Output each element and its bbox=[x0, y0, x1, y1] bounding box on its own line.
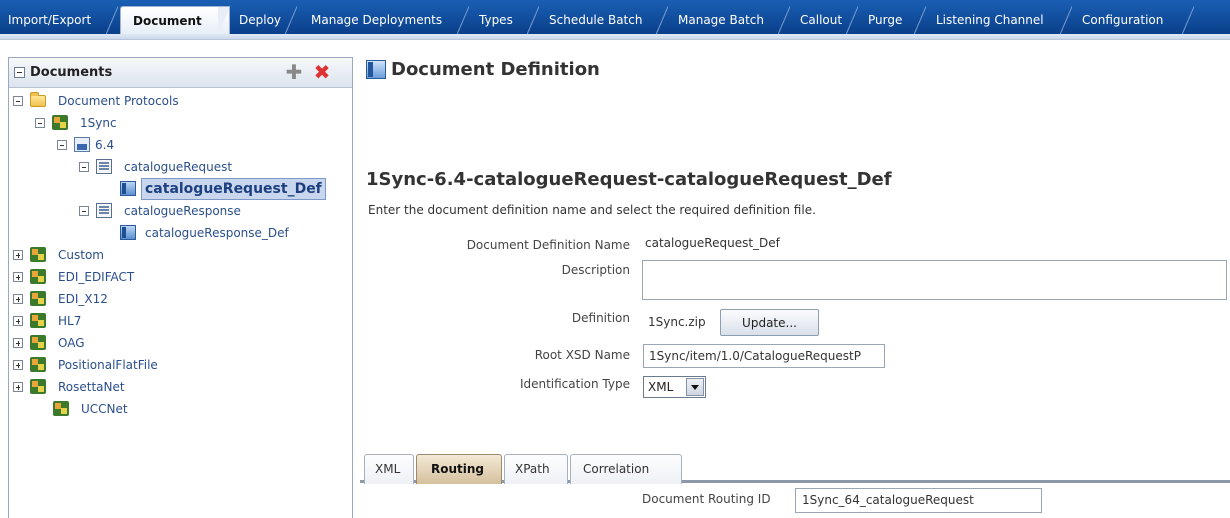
tab-bar-underline bbox=[0, 34, 1230, 40]
definition-file-value: 1Sync.zip bbox=[648, 315, 706, 329]
expand-icon[interactable] bbox=[13, 294, 23, 304]
tab-document[interactable]: Document bbox=[120, 6, 230, 34]
document-definition-panel: Document Definition 1Sync-6.4-catalogueR… bbox=[360, 57, 1230, 518]
app-window: Import/Export Document Deploy Manage Dep… bbox=[0, 0, 1230, 518]
definition-icon bbox=[120, 225, 136, 240]
description-label: Description bbox=[561, 263, 630, 277]
collapse-icon[interactable] bbox=[57, 140, 67, 150]
tab-manage-batch[interactable]: Manage Batch bbox=[670, 6, 790, 34]
expand-icon[interactable] bbox=[13, 272, 23, 282]
definition-name-value: catalogueRequest_Def bbox=[645, 236, 780, 250]
collapse-icon[interactable] bbox=[35, 118, 45, 128]
identification-type-label: Identification Type bbox=[519, 377, 630, 391]
subtab-xpath[interactable]: XPath bbox=[504, 454, 568, 484]
subtab-correlation[interactable]: Correlation bbox=[570, 454, 682, 484]
protocol-icon bbox=[30, 247, 46, 262]
tab-listening-channel[interactable]: Listening Channel bbox=[928, 6, 1072, 34]
protocol-icon bbox=[30, 379, 46, 394]
description-textarea[interactable] bbox=[642, 260, 1227, 300]
protocol-icon bbox=[30, 291, 46, 306]
tab-configuration[interactable]: Configuration bbox=[1074, 6, 1194, 34]
tab-types[interactable]: Types bbox=[471, 6, 539, 34]
tab-deploy[interactable]: Deploy bbox=[231, 6, 297, 34]
add-icon[interactable]: ✚ bbox=[285, 62, 303, 82]
expand-icon[interactable] bbox=[13, 338, 23, 348]
expand-icon[interactable] bbox=[13, 250, 23, 260]
root-xsd-label: Root XSD Name bbox=[534, 348, 630, 362]
tab-import-export[interactable]: Import/Export bbox=[0, 6, 118, 34]
document-definition-icon bbox=[366, 60, 386, 79]
subtab-xml[interactable]: XML bbox=[364, 454, 414, 484]
definition-name-label: Document Definition Name bbox=[466, 238, 630, 252]
subtab-routing[interactable]: Routing bbox=[416, 454, 502, 484]
document-icon bbox=[96, 203, 112, 218]
expand-icon[interactable] bbox=[13, 382, 23, 392]
tab-manage-deployments[interactable]: Manage Deployments bbox=[303, 6, 469, 34]
root-xsd-input[interactable]: 1Sync/item/1.0/CatalogueRequestP bbox=[643, 344, 885, 368]
protocol-icon bbox=[52, 115, 68, 130]
expand-icon[interactable] bbox=[13, 360, 23, 370]
document-icon bbox=[96, 159, 112, 174]
identification-type-select[interactable]: XML bbox=[643, 376, 706, 398]
tab-schedule-batch[interactable]: Schedule Batch bbox=[541, 6, 668, 34]
documents-panel: Documents ✚ ✖ Document Protocols 1Sync 6… bbox=[8, 57, 353, 518]
definition-sub-tabs: XML Routing XPath Correlation bbox=[360, 448, 1230, 484]
routing-id-input[interactable]: 1Sync_64_catalogueRequest bbox=[795, 488, 1042, 513]
protocol-icon bbox=[30, 357, 46, 372]
version-icon bbox=[74, 137, 90, 152]
page-title: Document Definition bbox=[391, 59, 600, 80]
definition-title: 1Sync-6.4-catalogueRequest-catalogueRequ… bbox=[366, 169, 892, 190]
identification-type-value: XML bbox=[648, 380, 674, 394]
collapse-icon[interactable] bbox=[79, 162, 89, 172]
definition-label: Definition bbox=[571, 311, 630, 325]
protocol-icon bbox=[30, 269, 46, 284]
expand-icon[interactable] bbox=[13, 316, 23, 326]
tab-callout[interactable]: Callout bbox=[792, 6, 858, 34]
routing-id-label: Document Routing ID bbox=[642, 492, 771, 506]
top-tab-bar: Import/Export Document Deploy Manage Dep… bbox=[0, 0, 1230, 36]
documents-panel-title: Documents bbox=[30, 65, 113, 80]
update-button[interactable]: Update... bbox=[720, 309, 819, 336]
protocol-icon bbox=[30, 313, 46, 328]
tab-purge[interactable]: Purge bbox=[860, 6, 926, 34]
definition-icon bbox=[120, 181, 136, 196]
instruction-text: Enter the document definition name and s… bbox=[368, 203, 816, 217]
delete-icon[interactable]: ✖ bbox=[312, 62, 332, 82]
collapse-panel-icon[interactable] bbox=[14, 67, 25, 78]
protocol-icon bbox=[30, 335, 46, 350]
collapse-icon[interactable] bbox=[13, 96, 23, 106]
documents-panel-header: Documents ✚ ✖ bbox=[9, 58, 352, 88]
collapse-icon[interactable] bbox=[79, 206, 89, 216]
dropdown-arrow-icon[interactable] bbox=[686, 378, 704, 396]
protocol-icon bbox=[53, 401, 69, 416]
folder-icon bbox=[30, 92, 46, 107]
